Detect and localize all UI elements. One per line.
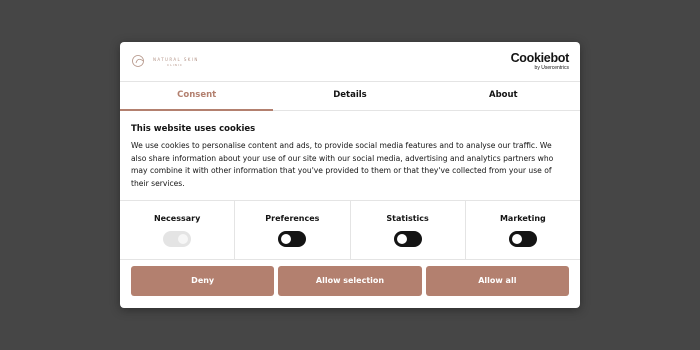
marketing-toggle[interactable] <box>508 231 537 247</box>
cookie-consent-dialog: NATURAL SKIN CLINIC Cookiebot by Usercen… <box>120 42 580 308</box>
natural-skin-logo: NATURAL SKIN CLINIC <box>131 53 211 71</box>
logo-subtext: CLINIC <box>167 63 183 67</box>
tab-consent[interactable]: Consent <box>120 82 274 111</box>
toggle-knob <box>281 234 292 244</box>
category-necessary: Necessary <box>120 201 236 259</box>
allow-all-button[interactable]: Allow all <box>425 266 569 296</box>
tab-about[interactable]: About <box>427 82 580 110</box>
necessary-toggle <box>163 231 192 247</box>
statistics-toggle[interactable] <box>393 231 422 247</box>
allow-selection-button[interactable]: Allow selection <box>278 266 422 296</box>
cookiebot-logo[interactable]: Cookiebot by Usercentrics <box>510 51 570 71</box>
content-body: We use cookies to personalise content an… <box>131 141 554 188</box>
consent-content: This website uses cookies We use cookies… <box>131 124 561 190</box>
category-label: Necessary <box>153 214 201 223</box>
tab-details[interactable]: Details <box>273 82 426 110</box>
category-label: Statistics <box>386 214 429 223</box>
toggle-knob <box>178 234 189 244</box>
category-preferences: Preferences <box>235 201 351 259</box>
deny-button[interactable]: Deny <box>131 266 275 296</box>
content-title: This website uses cookies <box>131 124 256 134</box>
preferences-toggle[interactable] <box>278 231 307 247</box>
tab-bar: Consent Details About <box>120 82 580 111</box>
cookiebot-name: Cookiebot <box>510 51 570 65</box>
consent-buttons: Deny Allow selection Allow all <box>131 266 569 296</box>
category-marketing: Marketing <box>466 201 580 259</box>
logo-mark-icon <box>132 55 144 67</box>
cookie-categories: Necessary Preferences Statistics Marketi… <box>120 200 580 260</box>
logo-text: NATURAL SKIN <box>153 57 199 62</box>
category-label: Preferences <box>265 214 320 223</box>
category-label: Marketing <box>499 214 546 223</box>
dialog-header: NATURAL SKIN CLINIC Cookiebot by Usercen… <box>120 42 580 82</box>
toggle-knob <box>396 234 407 244</box>
category-statistics: Statistics <box>351 201 466 259</box>
cookiebot-tagline: by Usercentrics <box>534 64 569 71</box>
toggle-knob <box>511 234 522 244</box>
